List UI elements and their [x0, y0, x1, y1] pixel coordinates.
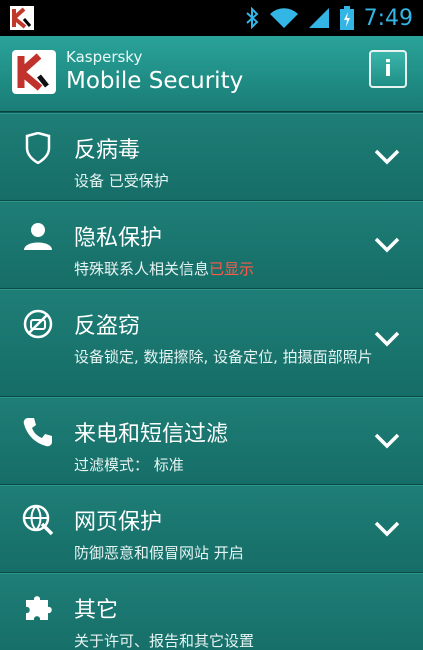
chevron-down-icon[interactable] [373, 432, 401, 450]
battery-icon [339, 6, 354, 30]
product-name: Mobile Security [66, 68, 244, 94]
section-title: 来电和短信过滤 [74, 422, 229, 447]
section-web-protection[interactable]: 网页保护 防御恶意和假冒网站 开启 [0, 485, 423, 573]
section-subtitle: 过滤模式： 标准 [74, 456, 184, 474]
kaspersky-notification-icon [10, 6, 34, 30]
kaspersky-logo [12, 50, 56, 94]
chevron-down-icon[interactable] [373, 520, 401, 538]
section-subtitle: 特殊联系人相关信息已显示 [74, 260, 255, 278]
section-title: 网页保护 [74, 510, 163, 535]
globe-icon [22, 504, 54, 536]
puzzle-icon [22, 592, 54, 624]
clock: 7:49 [363, 5, 413, 31]
section-other[interactable]: 其它 关于许可、报告和其它设置 [0, 573, 423, 650]
section-anti-theft[interactable]: 反盗窃 设备锁定, 数据擦除, 设备定位, 拍摄面部照片 [0, 289, 423, 397]
section-privacy[interactable]: 隐私保护 特殊联系人相关信息已显示 [0, 201, 423, 289]
feature-list: 反病毒 设备 已受保护 隐私保护 特殊联系人相关信息已显示 反盗窃 设备锁定, … [0, 113, 423, 650]
section-title: 其它 [74, 598, 119, 623]
chevron-down-icon[interactable] [373, 148, 401, 166]
bluetooth-icon [244, 7, 260, 29]
anti-theft-icon [22, 308, 54, 340]
status-bar: 7:49 [0, 0, 423, 36]
section-subtitle: 设备 已受保护 [74, 172, 169, 190]
section-title: 隐私保护 [74, 226, 163, 251]
chevron-down-icon[interactable] [373, 330, 401, 348]
section-subtitle: 设备锁定, 数据擦除, 设备定位, 拍摄面部照片 [74, 348, 373, 366]
signal-icon [308, 7, 330, 29]
brand-name: Kaspersky [66, 48, 143, 66]
phone-icon [22, 416, 54, 448]
status-highlight: 已显示 [209, 260, 255, 278]
chevron-down-icon[interactable] [373, 236, 401, 254]
app-header: Kaspersky Mobile Security i [0, 36, 423, 112]
section-subtitle: 关于许可、报告和其它设置 [74, 632, 255, 650]
person-icon [22, 220, 54, 252]
shield-icon [22, 131, 54, 165]
section-title: 反病毒 [74, 138, 141, 163]
section-title: 反盗窃 [74, 314, 141, 339]
info-button[interactable]: i [369, 50, 407, 88]
section-call-sms-filter[interactable]: 来电和短信过滤 过滤模式： 标准 [0, 397, 423, 485]
wifi-icon [269, 7, 298, 29]
section-antivirus[interactable]: 反病毒 设备 已受保护 [0, 113, 423, 201]
section-subtitle: 防御恶意和假冒网站 开启 [74, 544, 244, 562]
